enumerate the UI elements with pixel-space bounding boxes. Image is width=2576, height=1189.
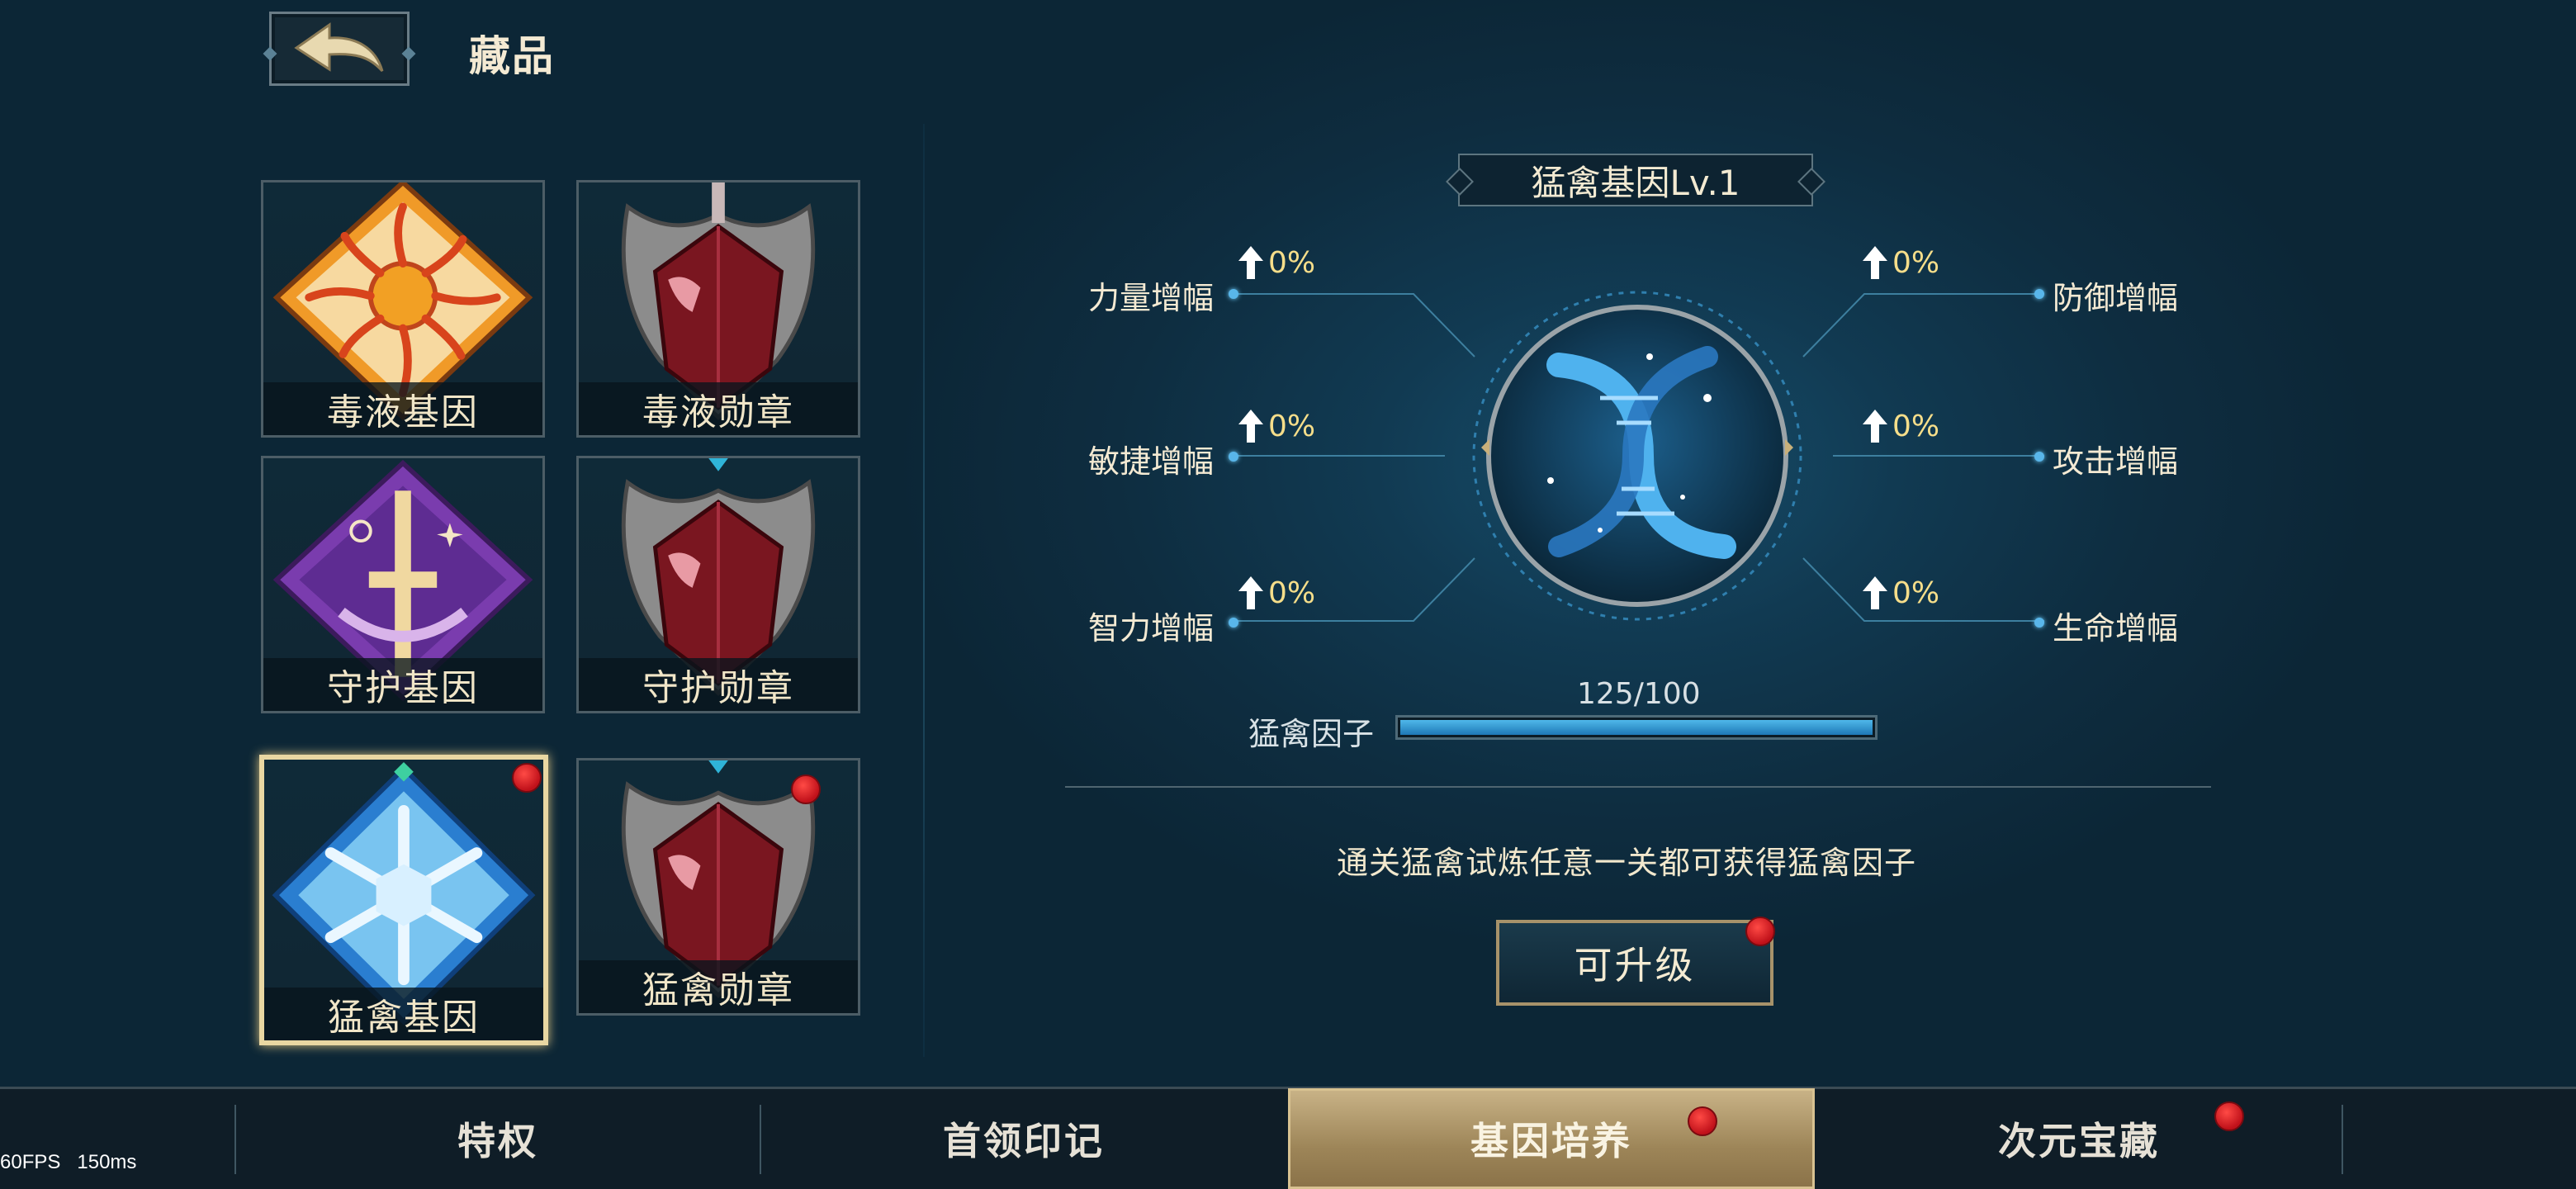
latency-text: 150ms: [77, 1151, 137, 1173]
stat-node: [2034, 289, 2044, 299]
dna-helix-icon: [1460, 278, 1815, 629]
stat-label-strength: 力量增幅: [1088, 280, 1215, 316]
upgrade-button[interactable]: 可升级: [1496, 920, 1773, 1006]
card-label: 猛禽勋章: [579, 960, 858, 1013]
card-label: 守护基因: [263, 658, 542, 711]
section-divider: [1065, 786, 2211, 788]
stat-node: [1229, 289, 1238, 299]
upgrade-notification-dot: [1745, 917, 1775, 946]
stat-value-text: 0%: [1892, 245, 1940, 280]
arrow-up-icon: [1238, 576, 1263, 609]
stat-label-defense: 防御增幅: [2053, 280, 2179, 316]
debug-overlay: 60FPS 150ms: [0, 1151, 136, 1174]
stat-node: [2034, 618, 2044, 628]
stat-node: [1229, 618, 1238, 628]
hint-text: 通关猛禽试炼任意一关都可获得猛禽因子: [1336, 845, 1916, 881]
arrow-up-icon: [1863, 410, 1887, 443]
stat-label-attack: 攻击增幅: [2053, 443, 2179, 480]
stat-value-health: 0%: [1861, 575, 1939, 611]
stat-label-intellect: 智力增幅: [1088, 610, 1215, 647]
arrow-up-icon: [1238, 410, 1263, 443]
fps-text: 60FPS: [0, 1151, 61, 1173]
card-notification-dot: [512, 763, 542, 793]
card-label: 毒液基因: [263, 382, 542, 435]
page-title: 藏品: [469, 32, 555, 80]
gene-title: 猛禽基因Lv.1: [1458, 154, 1813, 206]
tab-gene-cultivation[interactable]: 基因培养: [1288, 1088, 1815, 1189]
card-notification-dot: [791, 775, 821, 804]
stat-value-text: 0%: [1892, 409, 1940, 443]
stat-value-agility: 0%: [1237, 408, 1315, 444]
arrow-up-icon: [1863, 576, 1887, 609]
stat-value-text: 0%: [1268, 245, 1316, 280]
stat-value-text: 0%: [1268, 576, 1316, 610]
collection-card-guard-medal[interactable]: 守护勋章: [576, 456, 860, 713]
arrow-up-icon: [1238, 246, 1263, 279]
collection-card-venom-medal[interactable]: 毒液勋章: [576, 180, 860, 438]
stat-node: [2034, 452, 2044, 462]
stat-label-agility: 敏捷增幅: [1088, 443, 1215, 480]
tab-privilege[interactable]: 特权: [236, 1088, 760, 1189]
stat-label-health: 生命增幅: [2053, 610, 2179, 647]
stat-value-text: 0%: [1892, 576, 1940, 610]
tab-boss-mark[interactable]: 首领印记: [761, 1088, 1286, 1189]
tab-notification-dot: [2214, 1101, 2244, 1131]
progress-label: 猛禽因子: [1248, 716, 1375, 752]
collection-card-raptor-gene[interactable]: 猛禽基因: [259, 755, 548, 1045]
stat-value-strength: 0%: [1237, 244, 1315, 281]
collection-card-guard-gene[interactable]: 守护基因: [261, 456, 545, 713]
card-label: 守护勋章: [579, 658, 858, 711]
arrow-up-icon: [1863, 246, 1887, 279]
tab-separator: [2342, 1105, 2343, 1174]
back-button[interactable]: [263, 12, 416, 86]
tab-dimension-treasure[interactable]: 次元宝藏: [1816, 1088, 2342, 1189]
collection-card-venom-gene[interactable]: 毒液基因: [261, 180, 545, 438]
stat-node: [1229, 452, 1238, 462]
card-label: 猛禽基因: [264, 988, 543, 1040]
stat-value-intellect: 0%: [1237, 575, 1315, 611]
back-arrow-icon: [294, 22, 384, 73]
tab-notification-dot: [1688, 1106, 1717, 1136]
stat-value-attack: 0%: [1861, 408, 1939, 444]
stat-value-defense: 0%: [1861, 244, 1939, 281]
progress-text: 125/100: [1577, 677, 1701, 711]
card-label: 毒液勋章: [579, 382, 858, 435]
progress-bar-fill: [1400, 720, 1873, 735]
stat-value-text: 0%: [1268, 409, 1316, 443]
panel-divider: [923, 124, 925, 1057]
